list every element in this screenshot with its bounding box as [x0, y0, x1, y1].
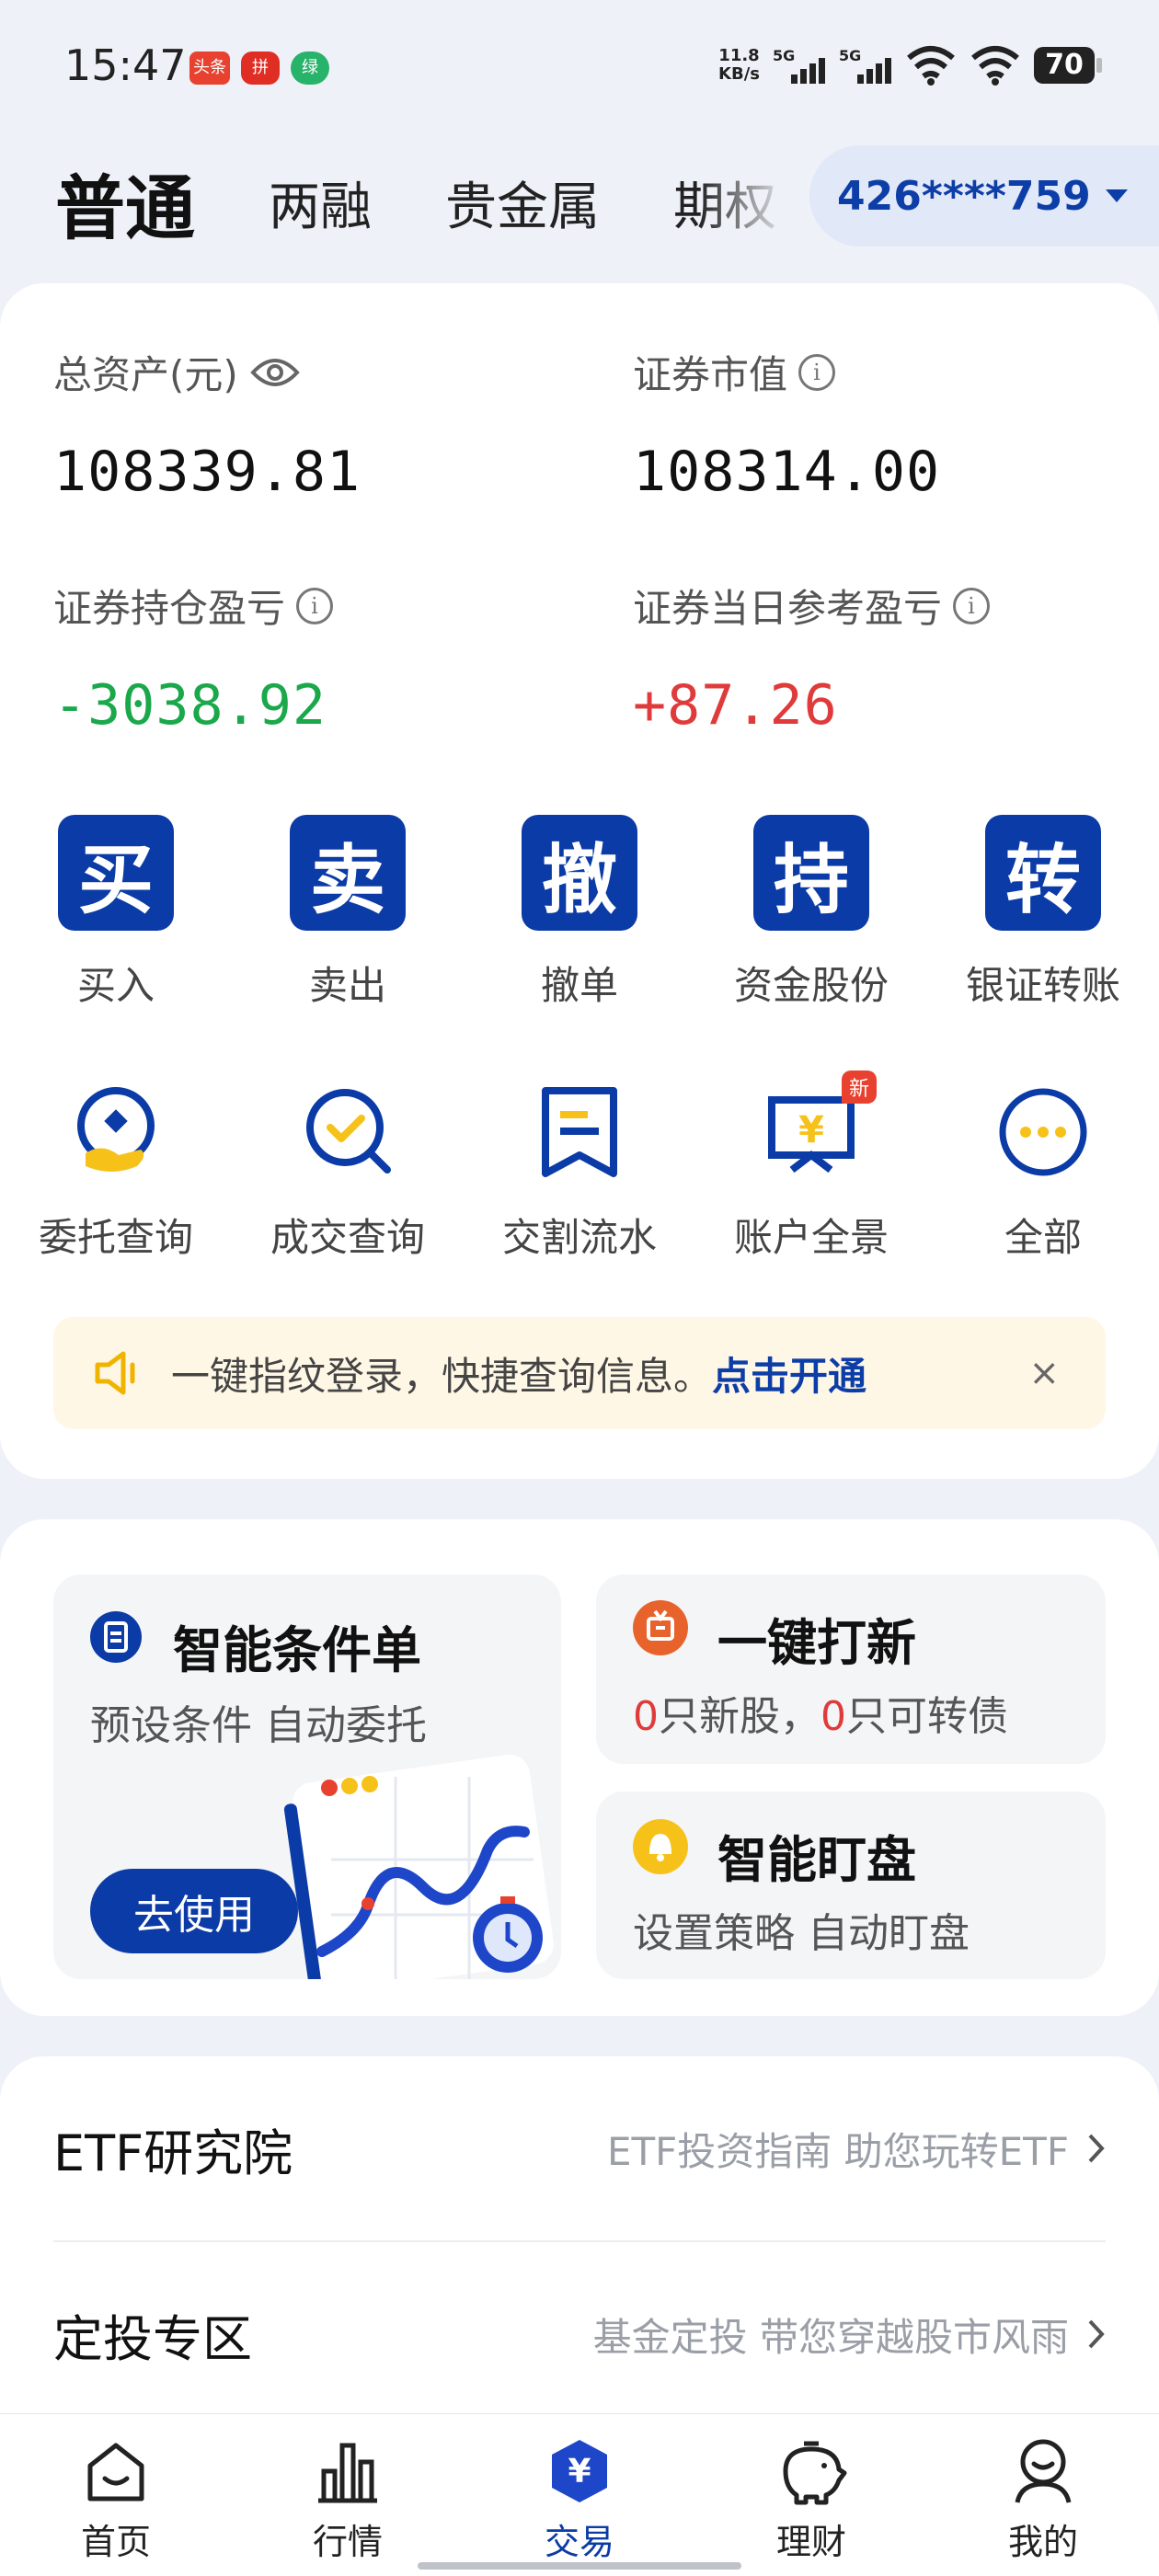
svg-text:¥: ¥ [568, 2453, 591, 2490]
piggy-bank-icon [783, 2441, 847, 2505]
smart-order-tile[interactable]: 智能条件单 预设条件 自动委托 去使用 [53, 1574, 561, 1979]
holdings-button[interactable]: 持 资金股份 [695, 815, 927, 1011]
wifi-icon [971, 46, 1019, 86]
cancel-order-icon: 撤 [522, 815, 637, 931]
market-value-label: 证券市值 i [633, 344, 836, 400]
home-icon [87, 2443, 144, 2502]
svg-text:¥: ¥ [798, 1109, 824, 1151]
tab-normal[interactable]: 普通 [55, 152, 195, 253]
nav-trade[interactable]: ¥ 交易 [464, 2414, 695, 2576]
holding-pl-label: 证券持仓盈亏 i [53, 578, 334, 634]
chevron-right-icon [1088, 2134, 1105, 2163]
close-icon[interactable]: × [1028, 1352, 1060, 1394]
all-functions-button[interactable]: 全部 [927, 1082, 1159, 1263]
enable-link[interactable]: 点击开通 [712, 1354, 866, 1399]
buy-icon: 买 [58, 815, 174, 931]
secondary-actions: 委托查询 成交查询 交割流水 ¥ 新 账户全景 全部 [0, 1070, 1159, 1263]
delivery-flow-button[interactable]: 交割流水 [464, 1082, 695, 1263]
use-now-button[interactable]: 去使用 [90, 1869, 298, 1953]
holdings-icon: 持 [753, 815, 869, 931]
tab-precious-metal[interactable]: 贵金属 [445, 166, 600, 240]
green-app-icon: 绿 [291, 52, 329, 85]
primary-actions: 买 买入 卖 卖出 撤 撤单 持 资金股份 转 银证转账 [0, 815, 1159, 1011]
deal-query-icon [306, 1089, 391, 1174]
speaker-icon [95, 1351, 135, 1395]
eye-icon[interactable] [249, 354, 301, 391]
sell-button[interactable]: 卖 卖出 [232, 815, 464, 1011]
bell-icon [633, 1819, 688, 1874]
account-number: 426****759 [837, 172, 1091, 220]
fingerprint-notice[interactable]: 一键指纹登录，快捷查询信息。点击开通 × [53, 1317, 1106, 1429]
battery-icon: 70 [1034, 47, 1102, 84]
user-icon [1015, 2439, 1072, 2503]
nav-market[interactable]: 行情 [232, 2414, 464, 2576]
etf-research-row[interactable]: ETF研究院 ETF投资指南 助您玩转ETF [53, 2056, 1106, 2240]
account-selector[interactable]: 426****759 [809, 145, 1159, 246]
more-icon [999, 1088, 1087, 1176]
transfer-icon: 转 [985, 815, 1101, 931]
total-assets-label: 总资产(元) [53, 344, 301, 400]
status-time: 15:47 [64, 40, 187, 90]
cancel-order-button[interactable]: 撤 撤单 [464, 815, 695, 1011]
notice-text: 一键指纹登录，快捷查询信息。点击开通 [171, 1353, 867, 1399]
deal-query-button[interactable]: 成交查询 [232, 1082, 464, 1263]
daily-pl-label: 证券当日参考盈亏 i [633, 578, 991, 634]
daily-pl-value: +87.26 [633, 673, 838, 738]
buy-button[interactable]: 买 买入 [0, 815, 232, 1011]
chevron-down-icon [1105, 189, 1128, 202]
holding-pl-value: -3038.92 [53, 673, 327, 738]
ipo-summary: 0只新股，0只可转债 [633, 1693, 1008, 1740]
info-icon[interactable]: i [798, 353, 836, 391]
bar-chart-icon [318, 2443, 377, 2503]
home-indicator [418, 2562, 741, 2570]
bottom-navigation: 首页 行情 ¥ 交易 理财 我的 [0, 2413, 1159, 2576]
document-icon [90, 1611, 142, 1663]
smart-watch-tile[interactable]: 智能盯盘 设置策略 自动盯盘 [596, 1792, 1106, 1979]
asset-card: 总资产(元) 108339.81 证券市值 i 108314.00 证券持仓盈亏… [0, 283, 1159, 1479]
nav-wealth[interactable]: 理财 [695, 2414, 927, 2576]
info-icon[interactable]: i [296, 587, 334, 624]
sell-icon: 卖 [290, 815, 406, 931]
ipo-tile[interactable]: 一键打新 0只新股，0只可转债 [596, 1574, 1106, 1764]
network-speed: 11.8 KB/s [718, 46, 760, 84]
fixed-investment-row[interactable]: 定投专区 基金定投 带您穿越股市风雨 [53, 2242, 1106, 2426]
nav-mine[interactable]: 我的 [927, 2414, 1159, 2576]
trade-icon: ¥ [552, 2440, 607, 2502]
info-icon[interactable]: i [953, 587, 991, 624]
new-badge: 新 [841, 1070, 877, 1104]
tab-margin[interactable]: 两融 [269, 166, 372, 240]
status-bar: 15:47 头条 拼 绿 11.8 KB/s 5G 5G 70 [0, 0, 1159, 138]
entrust-query-button[interactable]: 委托查询 [0, 1082, 232, 1263]
smart-tools-card: 智能条件单 预设条件 自动委托 去使用 一键打新 0只新股，0只可转债 智能盯盘… [0, 1519, 1159, 2016]
tabs-fade [699, 147, 828, 258]
signal-icon: 5G [839, 47, 892, 84]
account-overview-button[interactable]: ¥ 新 账户全景 [695, 1070, 927, 1263]
chevron-right-icon [1088, 2319, 1105, 2349]
feature-list-card: ETF研究院 ETF投资指南 助您玩转ETF 定投专区 基金定投 带您穿越股市风… [0, 2056, 1159, 2443]
toutiao-app-icon: 头条 [189, 52, 230, 85]
total-assets-value: 108339.81 [53, 440, 361, 504]
signal-icon: 5G [773, 47, 826, 84]
wifi-icon [907, 46, 955, 86]
chart-illustration [283, 1754, 554, 1979]
entrust-query-icon [77, 1087, 155, 1172]
bank-transfer-button[interactable]: 转 银证转账 [927, 815, 1159, 1011]
delivery-flow-icon [542, 1087, 617, 1177]
market-value-value: 108314.00 [633, 440, 941, 504]
pinduoduo-app-icon: 拼 [241, 52, 280, 85]
gift-icon [633, 1600, 688, 1655]
nav-home[interactable]: 首页 [0, 2414, 232, 2576]
